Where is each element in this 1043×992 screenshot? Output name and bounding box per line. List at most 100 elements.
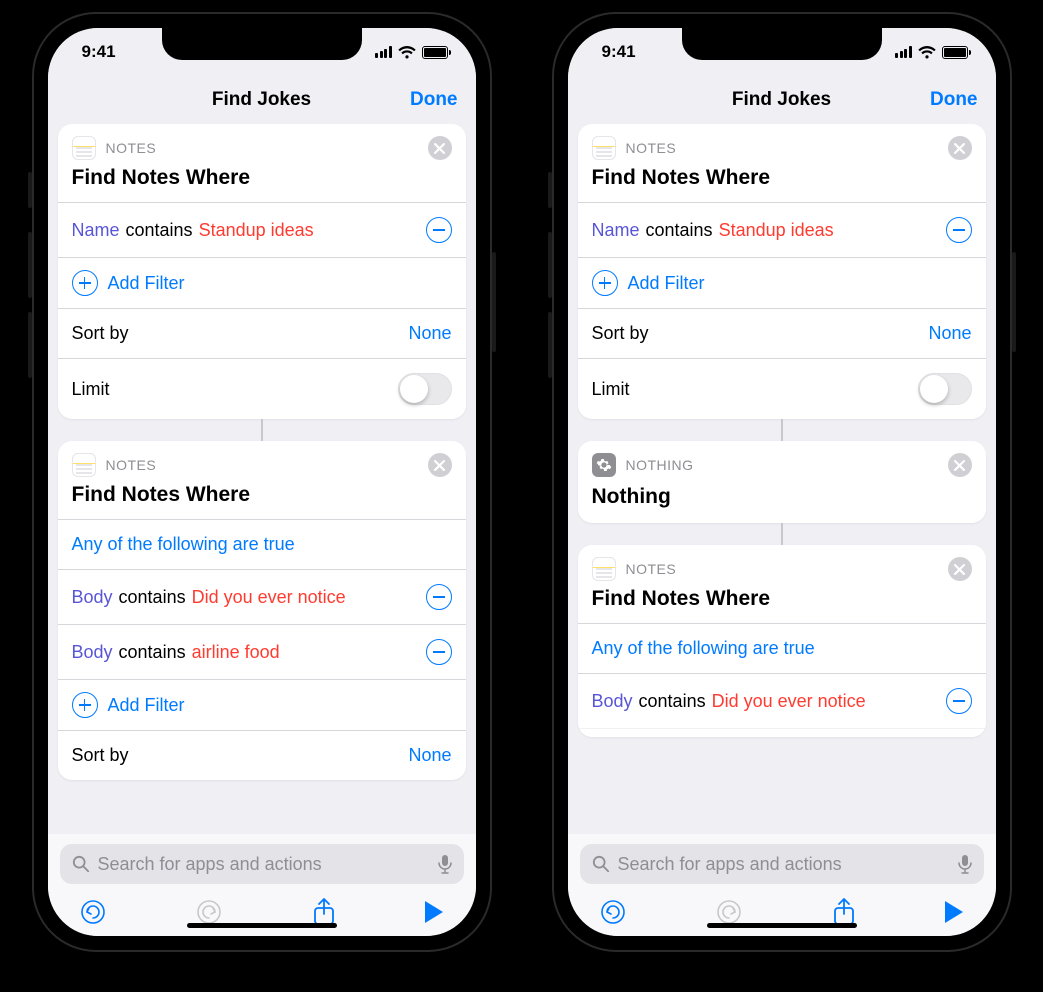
filter-row[interactable]: Body contains airline food (58, 625, 466, 680)
app-label: NOTES (106, 457, 157, 473)
shortcut-editor: NOTES Find Notes Where Name contains Sta… (568, 124, 996, 834)
wifi-icon (918, 46, 936, 59)
limit-row: Limit (58, 359, 466, 419)
action-title: Find Notes Where (578, 160, 986, 203)
search-placeholder: Search for apps and actions (98, 854, 430, 875)
sort-by-row[interactable]: Sort by None (58, 731, 466, 780)
share-button[interactable] (833, 898, 855, 926)
filter-field: Name (592, 220, 640, 241)
remove-action-button[interactable] (948, 136, 972, 160)
share-button[interactable] (313, 898, 335, 926)
connector (578, 419, 986, 441)
shortcut-editor: NOTES Find Notes Where Name contains Sta… (48, 124, 476, 834)
connector (578, 523, 986, 545)
nav-bar: Find Jokes Done (568, 76, 996, 124)
filter-row[interactable]: Body contains Did you ever notice (58, 570, 466, 625)
action-title: Nothing (578, 481, 986, 523)
app-label: NOTES (106, 140, 157, 156)
undo-button[interactable] (80, 899, 106, 925)
app-label: NOTHING (626, 457, 694, 473)
done-button[interactable]: Done (930, 89, 978, 111)
add-filter-button[interactable]: Add Filter (58, 680, 466, 731)
battery-icon (942, 46, 968, 59)
filter-field: Name (72, 220, 120, 241)
notes-app-icon (592, 557, 616, 581)
match-mode[interactable]: Any of the following are true (578, 624, 986, 674)
limit-label: Limit (592, 379, 630, 400)
match-mode[interactable]: Any of the following are true (58, 520, 466, 570)
filter-operator: contains (639, 691, 706, 712)
run-button[interactable] (945, 901, 963, 923)
filter-row[interactable]: Name contains Standup ideas (578, 203, 986, 258)
notch (682, 28, 882, 60)
app-label: NOTES (626, 561, 677, 577)
nav-bar: Find Jokes Done (48, 76, 476, 124)
remove-filter-button[interactable] (426, 584, 452, 610)
phone-right: 9:41 Find Jokes Done NOTES F (552, 12, 1012, 952)
sort-by-value: None (408, 323, 451, 344)
search-icon (592, 855, 610, 873)
filter-row[interactable]: Body contains Did you ever notice (578, 674, 986, 729)
filter-operator: contains (119, 587, 186, 608)
home-indicator[interactable] (187, 923, 337, 928)
filter-field: Body (592, 691, 633, 712)
redo-button (196, 899, 222, 925)
plus-icon (592, 270, 618, 296)
remove-action-button[interactable] (948, 453, 972, 477)
action-search-input[interactable]: Search for apps and actions (580, 844, 984, 884)
action-card-find-notes-2: NOTES Find Notes Where Any of the follow… (578, 545, 986, 737)
filter-operator: contains (119, 642, 186, 663)
sort-by-label: Sort by (592, 323, 649, 344)
remove-filter-button[interactable] (946, 217, 972, 243)
connector (58, 419, 466, 441)
add-filter-label: Add Filter (628, 273, 705, 294)
filter-value: Did you ever notice (712, 691, 866, 712)
action-card-find-notes-2: NOTES Find Notes Where Any of the follow… (58, 441, 466, 780)
limit-toggle[interactable] (398, 373, 452, 405)
action-card-find-notes-1: NOTES Find Notes Where Name contains Sta… (58, 124, 466, 419)
action-title: Find Notes Where (58, 160, 466, 203)
home-indicator[interactable] (707, 923, 857, 928)
sort-by-row[interactable]: Sort by None (58, 309, 466, 359)
remove-action-button[interactable] (428, 136, 452, 160)
remove-action-button[interactable] (948, 557, 972, 581)
remove-filter-button[interactable] (426, 639, 452, 665)
action-title: Find Notes Where (58, 477, 466, 520)
filter-field: Body (72, 587, 113, 608)
add-filter-button[interactable]: Add Filter (578, 258, 986, 309)
filter-row[interactable]: Name contains Standup ideas (58, 203, 466, 258)
filter-value: Standup ideas (199, 220, 314, 241)
mic-icon[interactable] (958, 854, 972, 874)
wifi-icon (398, 46, 416, 59)
run-button[interactable] (425, 901, 443, 923)
limit-label: Limit (72, 379, 110, 400)
app-label: NOTES (626, 140, 677, 156)
remove-filter-button[interactable] (946, 688, 972, 714)
remove-filter-button[interactable] (426, 217, 452, 243)
sort-by-value: None (408, 745, 451, 766)
sort-by-row[interactable]: Sort by None (578, 309, 986, 359)
redo-button (716, 899, 742, 925)
notes-app-icon (72, 453, 96, 477)
action-title: Find Notes Where (578, 581, 986, 624)
sort-by-value: None (928, 323, 971, 344)
filter-value: airline food (192, 642, 280, 663)
limit-row: Limit (578, 359, 986, 419)
add-filter-button[interactable]: Add Filter (58, 258, 466, 309)
search-placeholder: Search for apps and actions (618, 854, 950, 875)
battery-icon (422, 46, 448, 59)
undo-button[interactable] (600, 899, 626, 925)
signal-icon (895, 46, 912, 58)
done-button[interactable]: Done (410, 89, 458, 111)
notes-app-icon (72, 136, 96, 160)
gear-icon (592, 453, 616, 477)
limit-toggle[interactable] (918, 373, 972, 405)
action-search-input[interactable]: Search for apps and actions (60, 844, 464, 884)
filter-operator: contains (646, 220, 713, 241)
mic-icon[interactable] (438, 854, 452, 874)
filter-value: Standup ideas (719, 220, 834, 241)
action-card-nothing: NOTHING Nothing (578, 441, 986, 523)
remove-action-button[interactable] (428, 453, 452, 477)
status-time: 9:41 (82, 42, 116, 62)
status-time: 9:41 (602, 42, 636, 62)
